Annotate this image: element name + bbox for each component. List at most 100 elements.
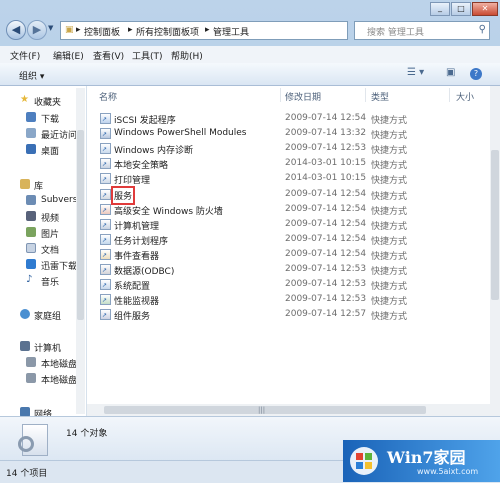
file-type: 快捷方式 — [371, 116, 408, 126]
maximize-button[interactable]: □ — [451, 2, 471, 16]
menu-tools[interactable]: 工具(T) — [132, 49, 163, 62]
search-input[interactable]: 搜索 管理工具 ⚲ — [354, 21, 490, 40]
file-row[interactable]: ↗ 服务 2009-07-14 12:54 快捷方式 — [87, 185, 407, 205]
breadcrumb-sep: ▸ — [205, 25, 210, 35]
file-modified: 2009-07-14 12:53 — [285, 143, 367, 154]
nav-homegroup[interactable]: 家庭组 — [0, 308, 86, 322]
file-row[interactable]: ↗ Windows PowerShell Modules 2009-07-14 13… — [87, 126, 407, 141]
documents-icon — [26, 243, 36, 253]
nav-item-local-disk[interactable]: 本地磁盘 — [0, 372, 86, 386]
shortcut-icon: ↗ — [100, 294, 111, 306]
file-modified: 2009-07-14 12:54 — [285, 188, 367, 199]
nav-label: 计算机 — [34, 344, 62, 354]
downloads-icon — [26, 112, 36, 122]
nav-libraries[interactable]: 库 — [0, 178, 86, 192]
content-scrollbar-thumb[interactable] — [491, 150, 499, 300]
nav-item-downloads[interactable]: 下载 — [0, 111, 86, 125]
file-row[interactable]: ↗ 性能监视器 2009-07-14 12:53 快捷方式 — [87, 292, 407, 307]
forward-arrow-icon: ▶ — [32, 23, 42, 36]
folder-icon: ▣ — [65, 25, 74, 35]
view-options-icon[interactable]: ☰ ▾ — [407, 67, 424, 78]
history-dropdown-icon[interactable]: ▼ — [48, 24, 58, 36]
breadcrumb-item[interactable]: 管理工具 — [213, 25, 249, 38]
file-row[interactable]: ↗ 组件服务 2009-07-14 12:57 快捷方式 — [87, 307, 407, 322]
nav-favorites[interactable]: ★ 收藏夹 — [0, 94, 86, 108]
nav-label: 最近访问 — [41, 131, 78, 141]
column-divider[interactable] — [280, 88, 281, 102]
file-modified: 2014-03-01 10:15 — [285, 158, 367, 169]
file-modified: 2009-07-14 12:57 — [285, 309, 367, 320]
preview-pane-icon[interactable]: ▣ — [446, 67, 455, 78]
file-type: 快捷方式 — [371, 282, 408, 293]
nav-label: Subvers — [41, 195, 78, 205]
nav-item-desktop[interactable]: 桌面 — [0, 143, 86, 157]
nav-item-music[interactable]: ♪ 音乐 — [0, 274, 86, 288]
breadcrumb-item[interactable]: 所有控制面板项 — [136, 25, 199, 38]
menu-help[interactable]: 帮助(H) — [171, 49, 203, 62]
nav-label: 库 — [34, 182, 44, 192]
nav-label: 音乐 — [41, 278, 60, 288]
column-divider[interactable] — [365, 88, 366, 102]
file-row[interactable]: ↗ 计算机管理 2009-07-14 12:54 快捷方式 — [87, 217, 407, 232]
minimize-button[interactable]: _ — [430, 2, 450, 16]
column-divider[interactable] — [449, 88, 450, 102]
file-name: 系统配置 — [114, 282, 151, 293]
nav-item-recent[interactable]: 最近访问 — [0, 127, 86, 141]
nav-computer[interactable]: 计算机 — [0, 340, 86, 354]
file-name: 服务 — [110, 185, 136, 205]
column-header-modified[interactable]: 修改日期 — [285, 90, 321, 103]
organize-button[interactable]: 组织 ▾ — [19, 69, 44, 82]
shortcut-icon: ↗ — [100, 143, 111, 155]
file-modified: 2009-07-14 12:54 — [285, 233, 367, 244]
file-row[interactable]: ↗ 系统配置 2009-07-14 12:53 快捷方式 — [87, 277, 407, 293]
file-type: 快捷方式 — [371, 161, 408, 172]
navigation-pane: ★ 收藏夹 下载 最近访问 桌面 库 Subvers 视频 图片 文档 迅雷下载… — [0, 86, 87, 420]
close-button[interactable]: ✕ — [472, 2, 498, 16]
nav-item-pictures[interactable]: 图片 — [0, 226, 86, 240]
nav-scrollbar-thumb[interactable] — [77, 130, 84, 320]
column-header-size[interactable]: 大小 — [456, 90, 474, 103]
file-row[interactable]: ↗ 打印管理 2014-03-01 10:15 快捷方式 — [87, 171, 407, 186]
help-icon[interactable]: ? — [470, 68, 482, 80]
file-name: 计算机管理 — [114, 221, 160, 232]
address-bar: ◀ ▶ ▼ ▣ ▸ 控制面板 ▸ 所有控制面板项 ▸ 管理工具 ▼ ⟳ 搜索 管… — [0, 20, 500, 44]
search-icon: ⚲ — [478, 24, 486, 35]
menu-file[interactable]: 文件(F) — [10, 49, 40, 62]
file-row[interactable]: ↗ Windows 内存诊断 2009-07-14 12:53 快捷方式 — [87, 141, 407, 156]
nav-item-videos[interactable]: 视频 — [0, 210, 86, 224]
menu-view[interactable]: 查看(V) — [93, 49, 124, 62]
file-row[interactable]: ↗ 任务计划程序 2009-07-14 12:54 快捷方式 — [87, 232, 407, 247]
breadcrumb-item[interactable]: 控制面板 — [84, 25, 120, 38]
nav-label: 本地磁盘 — [41, 360, 78, 370]
forward-button[interactable]: ▶ — [27, 20, 47, 40]
column-header-name[interactable]: 名称 — [99, 90, 117, 103]
status-text: 14 个项目 — [6, 469, 48, 479]
nav-label: 图片 — [41, 230, 60, 240]
nav-item-documents[interactable]: 文档 — [0, 242, 86, 256]
nav-label: 本地磁盘 — [41, 376, 78, 386]
recent-places-icon — [26, 128, 36, 138]
shortcut-icon: ↗ — [100, 173, 111, 185]
file-type: 快捷方式 — [371, 146, 408, 157]
nav-label: 收藏夹 — [34, 98, 62, 108]
menu-edit[interactable]: 编辑(E) — [53, 49, 84, 62]
computer-icon — [20, 341, 30, 351]
nav-label: 视频 — [41, 214, 60, 224]
admin-tools-icon — [16, 422, 50, 456]
file-row[interactable]: ↗ 数据源(ODBC) 2009-07-14 12:53 快捷方式 — [87, 262, 407, 277]
nav-item-local-disk[interactable]: 本地磁盘 — [0, 356, 86, 370]
file-type: 快捷方式 — [371, 191, 408, 202]
file-row[interactable]: ↗ 高级安全 Windows 防火墙 2009-07-14 12:54 快捷方式 — [87, 202, 407, 217]
thunder-download-icon — [26, 259, 36, 269]
nav-item-thunder-downloads[interactable]: 迅雷下载 — [0, 258, 86, 272]
file-type: 快捷方式 — [371, 221, 408, 232]
file-row[interactable]: ↗ 事件查看器 2009-07-14 12:54 快捷方式 — [87, 247, 407, 262]
file-row[interactable]: ↗ 本地安全策略 2014-03-01 10:15 快捷方式 — [87, 156, 407, 171]
column-header-type[interactable]: 类型 — [371, 90, 389, 103]
nav-label: 家庭组 — [34, 312, 62, 322]
pictures-icon — [26, 227, 36, 237]
back-button[interactable]: ◀ — [6, 20, 26, 40]
file-row[interactable]: ↗ iSCSI 发起程序 2009-07-14 12:54 快捷方式 — [87, 111, 407, 126]
nav-item-subversion[interactable]: Subvers — [0, 194, 86, 208]
breadcrumb[interactable]: ▣ ▸ 控制面板 ▸ 所有控制面板项 ▸ 管理工具 ▼ — [60, 21, 382, 40]
